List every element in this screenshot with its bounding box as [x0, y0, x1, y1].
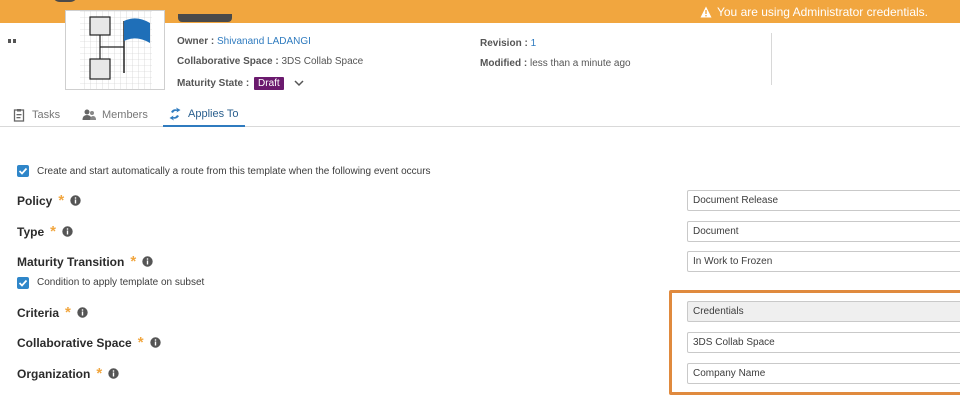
required-marker: * — [137, 334, 144, 351]
clipboard-icon — [13, 109, 25, 122]
policy-label-row: Policy * — [17, 193, 81, 208]
collab-space-row: Collaborative Space : 3DS Collab Space — [177, 56, 363, 67]
criteria-label-row: Criteria * — [17, 305, 88, 320]
info-icon[interactable] — [70, 195, 81, 206]
owner-link[interactable]: Shivanand LADANGI — [217, 36, 311, 47]
checkmark-icon — [18, 279, 28, 287]
auto-route-checkbox[interactable] — [17, 165, 29, 177]
policy-label: Policy — [17, 193, 53, 208]
info-icon[interactable] — [62, 226, 73, 237]
tab-members[interactable]: Members — [82, 103, 152, 127]
subset-label: Condition to apply template on subset — [37, 277, 205, 288]
app-page: You are using Administrator credentials.… — [0, 0, 960, 402]
members-icon — [82, 109, 96, 120]
info-icon[interactable] — [108, 368, 119, 379]
info-icon[interactable] — [77, 307, 88, 318]
tab-members-label: Members — [102, 109, 148, 121]
modified-row: Modified : less than a minute ago — [480, 58, 631, 69]
required-marker: * — [130, 253, 137, 270]
tab-tasks[interactable]: Tasks — [12, 103, 72, 127]
revision-row: Revision : 1 — [480, 38, 536, 49]
highlight-frame — [669, 290, 960, 395]
policy-field[interactable]: Document Release — [687, 190, 960, 211]
collaborative-space-label: Collaborative Space — [17, 335, 132, 350]
tab-bar: Tasks Members Applies To — [0, 103, 960, 127]
modified-label: Modified : — [480, 58, 528, 69]
collaborative-space-label-row: Collaborative Space * — [17, 335, 161, 350]
tab-tasks-label: Tasks — [32, 109, 61, 121]
maturity-row: Maturity State : Draft — [177, 77, 304, 90]
chevron-down-icon[interactable] — [294, 78, 304, 88]
type-field[interactable]: Document — [687, 221, 960, 242]
required-marker: * — [50, 223, 56, 240]
owner-row: Owner : Shivanand LADANGI — [177, 36, 311, 47]
collab-space-value: 3DS Collab Space — [281, 56, 364, 67]
maturity-state-badge[interactable]: Draft — [254, 77, 284, 90]
route-template-thumbnail — [65, 10, 165, 90]
maturity-transition-label: Maturity Transition — [17, 254, 125, 269]
maturity-transition-label-row: Maturity Transition * — [17, 254, 153, 269]
info-icon[interactable] — [142, 256, 153, 267]
banner-message: You are using Administrator credentials. — [700, 5, 928, 19]
required-marker: * — [58, 192, 65, 209]
header-divider — [771, 33, 772, 85]
subset-checkbox[interactable] — [17, 277, 29, 289]
required-marker: * — [65, 304, 71, 321]
modified-value: less than a minute ago — [530, 58, 631, 69]
type-label-row: Type * — [17, 224, 73, 239]
maturity-label: Maturity State : — [177, 78, 250, 89]
banner-text: You are using Administrator credentials. — [716, 5, 928, 19]
owner-label: Owner : — [177, 36, 215, 47]
banner-overlap-shape — [52, 0, 78, 2]
title-remnant — [178, 14, 232, 22]
organization-label-row: Organization * — [17, 366, 119, 381]
maturity-transition-field[interactable]: In Work to Frozen — [687, 251, 960, 272]
route-template-icon — [80, 11, 152, 89]
required-marker: * — [96, 365, 103, 382]
auto-route-label: Create and start automatically a route f… — [37, 166, 431, 177]
checkmark-icon — [18, 167, 28, 175]
organization-label: Organization — [17, 366, 91, 381]
type-label: Type — [17, 224, 45, 239]
tab-applies-to-label: Applies To — [188, 108, 239, 120]
revision-label: Revision : — [480, 38, 528, 49]
revision-value: 1 — [530, 38, 537, 49]
criteria-label: Criteria — [17, 305, 60, 320]
back-handle[interactable] — [8, 30, 18, 43]
info-icon[interactable] — [149, 337, 161, 348]
tab-applies-to[interactable]: Applies To — [163, 103, 245, 127]
applies-to-icon — [169, 107, 181, 121]
warning-icon — [700, 6, 712, 18]
collab-space-label: Collaborative Space : — [177, 56, 279, 67]
